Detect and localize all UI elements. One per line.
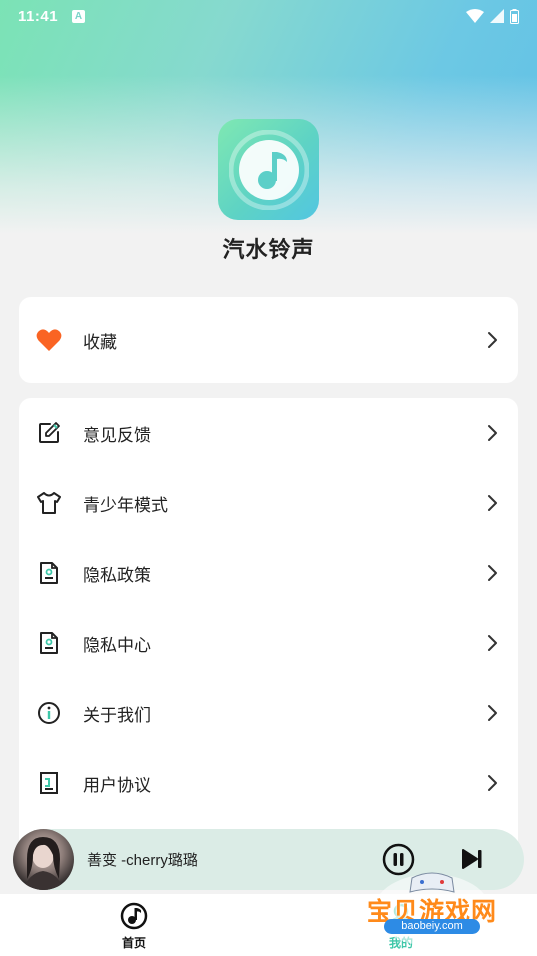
chevron-right-icon <box>482 422 504 444</box>
menu-item-about-us[interactable]: 关于我们 <box>19 678 518 748</box>
chevron-right-icon <box>482 329 504 351</box>
music-note-icon <box>120 902 148 930</box>
menu-item-label: 隐私政策 <box>83 565 151 585</box>
menu-item-label: 隐私中心 <box>83 635 151 655</box>
chevron-right-icon <box>482 772 504 794</box>
app-logo <box>218 119 319 220</box>
app-name: 汽水铃声 <box>222 237 315 262</box>
battery-icon <box>510 8 519 24</box>
chevron-right-icon <box>482 632 504 654</box>
menu-item-user-agreement[interactable]: 用户协议 <box>19 748 518 818</box>
menu-item-label: 用户协议 <box>83 775 151 795</box>
status-icons <box>466 8 519 24</box>
menu-item-privacy-center[interactable]: 隐私中心 <box>19 608 518 678</box>
agreement-icon <box>36 770 62 796</box>
tshirt-icon <box>36 490 62 516</box>
chevron-right-icon <box>482 702 504 724</box>
info-icon <box>36 700 62 726</box>
menu-item-privacy-policy[interactable]: 隐私政策 <box>19 538 518 608</box>
track-title: 善变 -cherry璐璐 <box>87 852 198 869</box>
document-icon <box>36 560 62 586</box>
edit-icon <box>36 420 62 446</box>
status-time: 11:41 <box>18 7 59 25</box>
chevron-right-icon <box>482 562 504 584</box>
document-icon <box>36 630 62 656</box>
menu-item-teen-mode[interactable]: 青少年模式 <box>19 468 518 538</box>
signal-icon <box>490 9 504 23</box>
settings-card: 意见反馈 青少年模式 隐私政策 隐私中心 关于我们 用户协议 <box>19 398 518 878</box>
menu-item-feedback[interactable]: 意见反馈 <box>19 398 518 468</box>
menu-item-label: 关于我们 <box>83 705 151 725</box>
menu-item-label: 收藏 <box>83 332 117 352</box>
album-cover[interactable] <box>13 829 74 890</box>
menu-item-label: 青少年模式 <box>83 495 168 515</box>
nav-label: 首页 <box>121 936 146 950</box>
watermark: 宝贝游戏网 baobeiy.com <box>362 862 502 950</box>
chevron-right-icon <box>482 492 504 514</box>
heart-icon <box>36 327 62 353</box>
favorites-card: 收藏 <box>19 297 518 383</box>
menu-item-favorites[interactable]: 收藏 <box>19 305 518 375</box>
notification-badge-icon: A <box>72 9 86 23</box>
wifi-icon <box>466 9 484 23</box>
menu-item-label: 意见反馈 <box>83 425 151 445</box>
music-note-icon <box>228 129 309 210</box>
watermark-url: baobeiy.com <box>384 919 480 934</box>
status-bar: 11:41 A <box>0 0 537 32</box>
nav-item-home[interactable]: 首页 <box>94 902 174 951</box>
